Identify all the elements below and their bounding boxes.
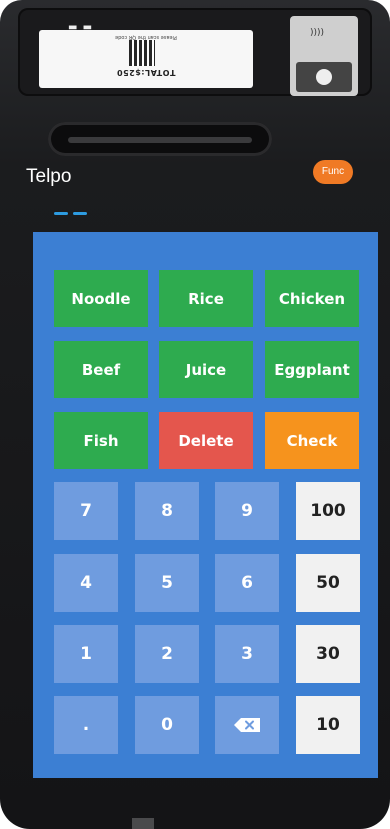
keypad-2[interactable]: 2 xyxy=(135,625,199,683)
keypad-7[interactable]: 7 xyxy=(54,482,118,540)
device-cable xyxy=(132,818,154,829)
backspace-icon xyxy=(234,718,260,732)
product-eggplant-button[interactable]: Eggplant xyxy=(265,341,359,398)
keypad-1[interactable]: 1 xyxy=(54,625,118,683)
customer-display: Please scan the QR code TOTAL:$250 xyxy=(39,30,253,88)
reader-light-icon xyxy=(316,69,332,85)
device-bottom-bezel xyxy=(0,778,390,829)
pos-screen: Noodle Rice Chicken Beef Juice Eggplant … xyxy=(33,232,378,778)
amount-100-button[interactable]: 100 xyxy=(296,482,360,540)
receipt-printer-slot xyxy=(48,122,272,156)
keypad-5[interactable]: 5 xyxy=(135,554,199,612)
contactless-icon: )))) xyxy=(310,28,325,38)
product-chicken-button[interactable]: Chicken xyxy=(265,270,359,327)
card-slot xyxy=(296,62,352,92)
nfc-card-reader: )))) xyxy=(290,16,358,96)
check-button[interactable]: Check xyxy=(265,412,359,469)
keypad-4[interactable]: 4 xyxy=(54,554,118,612)
keypad-3[interactable]: 3 xyxy=(215,625,279,683)
product-beef-button[interactable]: Beef xyxy=(54,341,148,398)
product-fish-button[interactable]: Fish xyxy=(54,412,148,469)
brand-logo: Telpo xyxy=(26,166,72,187)
amount-50-button[interactable]: 50 xyxy=(296,554,360,612)
status-indicator-left xyxy=(54,212,68,215)
pos-device: ▬ ▬ Please scan the QR code TOTAL:$250 )… xyxy=(0,0,390,829)
backspace-button[interactable] xyxy=(215,696,279,754)
qr-code-icon xyxy=(129,40,155,66)
keypad-0[interactable]: 0 xyxy=(135,696,199,754)
product-juice-button[interactable]: Juice xyxy=(159,341,253,398)
keypad-8[interactable]: 8 xyxy=(135,482,199,540)
keypad-6[interactable]: 6 xyxy=(215,554,279,612)
func-button[interactable]: Func xyxy=(313,160,353,184)
delete-button[interactable]: Delete xyxy=(159,412,253,469)
printer-paper-outlet xyxy=(68,137,252,143)
product-rice-button[interactable]: Rice xyxy=(159,270,253,327)
status-indicator-right xyxy=(73,212,87,215)
keypad-decimal[interactable]: . xyxy=(54,696,118,754)
product-noodle-button[interactable]: Noodle xyxy=(54,270,148,327)
customer-total-text: TOTAL:$250 xyxy=(116,68,176,77)
amount-10-button[interactable]: 10 xyxy=(296,696,360,754)
keypad-9[interactable]: 9 xyxy=(215,482,279,540)
amount-30-button[interactable]: 30 xyxy=(296,625,360,683)
